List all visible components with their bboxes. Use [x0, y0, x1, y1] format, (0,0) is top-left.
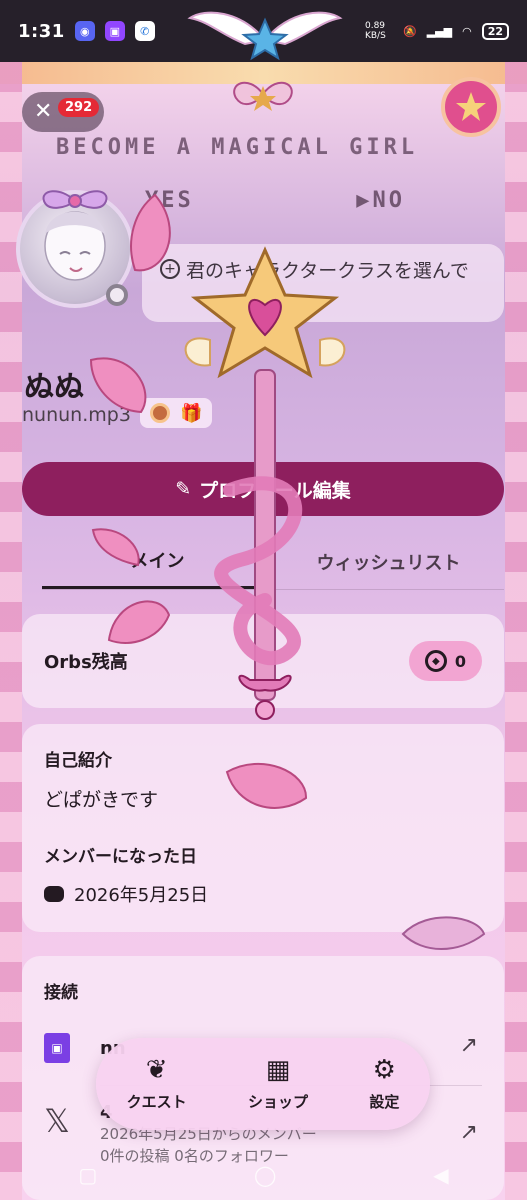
status-time: 1:31: [18, 20, 65, 42]
nav-shop[interactable]: ▦ ショップ: [248, 1057, 308, 1112]
laurel-icon: ❦: [145, 1054, 168, 1085]
twitch-icon: ▣: [44, 1033, 70, 1063]
petal-icon: [130, 193, 171, 272]
orbs-balance-value: 0: [454, 651, 466, 671]
shop-icon: ▦: [265, 1054, 291, 1085]
twitch-icon: ▣: [104, 21, 125, 41]
member-since-title: メンバーになった日: [44, 847, 197, 867]
orb-icon: ◆: [424, 650, 447, 672]
member-since-date: 2026年5月25日: [74, 885, 209, 906]
x-icon: 𝕏: [44, 1102, 70, 1140]
magic-wand-overlay-icon: [184, 246, 346, 720]
petal-icon: [401, 916, 486, 950]
petal-icon: [107, 600, 171, 644]
connections-title: 接続: [44, 983, 78, 1003]
display-name: ぬぬ: [24, 370, 84, 405]
nav-quests-label: クエスト: [126, 1092, 187, 1111]
avatar-status-indicator: [106, 284, 128, 306]
external-link-icon[interactable]: ↗: [460, 1033, 478, 1058]
gear-icon: ⚙: [372, 1054, 396, 1085]
discord-icon: ◉: [74, 21, 95, 41]
nav-quests[interactable]: ❦ クエスト: [127, 1057, 187, 1112]
nav-shop-label: ショップ: [247, 1092, 308, 1111]
back-icon[interactable]: ◀: [433, 1163, 448, 1187]
network-speed: 0.89 KB/S: [364, 21, 386, 41]
close-icon: ✕: [34, 99, 53, 124]
system-navigation: ▢ ◯ ◀: [0, 1150, 527, 1200]
mute-icon: 🔕: [402, 24, 417, 38]
heart-gem-ornament-icon: [441, 77, 501, 137]
member-since-row: 2026年5月25日: [44, 881, 482, 907]
petal-icon: [91, 528, 140, 567]
petal-icon: [89, 357, 147, 414]
nav-settings[interactable]: ⚙ 設定: [369, 1057, 399, 1112]
notification-badge: 292: [58, 98, 100, 117]
recents-icon[interactable]: ▢: [78, 1163, 97, 1187]
wifi-icon: ◠: [462, 24, 472, 38]
battery-indicator: 22: [481, 22, 509, 40]
petal-icon: [225, 762, 308, 809]
no-option[interactable]: ▶NO: [356, 188, 405, 213]
phone-icon: ✆: [134, 21, 155, 41]
nav-settings-label: 設定: [369, 1092, 400, 1111]
ribbon-ornament-icon: [233, 81, 293, 111]
avatar-bow-icon: [42, 190, 108, 209]
home-icon[interactable]: ◯: [254, 1163, 276, 1187]
decorative-frame-right: [505, 62, 527, 1200]
signal-icon: ▂▄▆: [426, 24, 453, 38]
status-indicators: 0.89 KB/S 🔕 ▂▄▆ ◠ 22: [365, 21, 509, 41]
bottom-navigation: ❦ クエスト ▦ ショップ ⚙ 設定: [96, 1038, 430, 1130]
wing-star-ornament-icon: [187, 11, 343, 61]
orbs-balance-label: Orbs残高: [44, 652, 128, 673]
external-link-icon[interactable]: ↗: [460, 1120, 478, 1145]
discord-icon: [44, 886, 64, 902]
magical-girl-banner: BECOME A MAGICAL GIRL: [56, 135, 419, 160]
orbs-balance-pill[interactable]: ◆ 0: [408, 641, 482, 681]
